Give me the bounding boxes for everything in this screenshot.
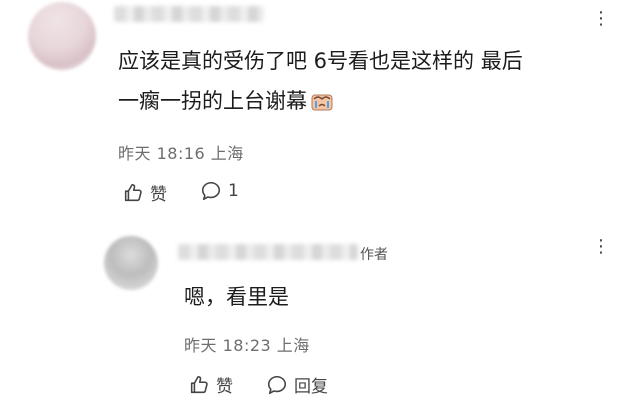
reply-author-avatar[interactable] — [104, 236, 158, 290]
more-options-icon[interactable]: ⋮ — [592, 8, 611, 29]
reply-timestamp-location: 昨天 18:23 上海 — [184, 336, 310, 355]
comment-bubble-icon — [267, 375, 287, 394]
comment-bubble-icon — [201, 181, 221, 201]
comment-reply-count: 1 — [228, 181, 239, 201]
thumbs-up-icon — [124, 183, 142, 201]
crying-face-emoji-icon — [311, 94, 333, 111]
reply-reply-label: 回复 — [294, 377, 328, 397]
thumbs-up-icon — [190, 375, 208, 393]
reply-reply-button[interactable]: 回复 — [266, 372, 328, 397]
comment-author-name-blurred[interactable] — [114, 6, 264, 22]
reply-like-label: 赞 — [216, 377, 233, 397]
comment-like-button[interactable]: 赞 — [122, 180, 167, 205]
author-tag: 作者 — [360, 247, 388, 263]
reply-more-options-icon[interactable]: ⋮ — [592, 236, 611, 257]
comment-like-label: 赞 — [150, 185, 167, 205]
comment-author-avatar[interactable] — [28, 2, 96, 70]
comment-reply-count-button[interactable]: 1 — [200, 180, 239, 202]
comment-text-line-2: 一瘸一拐的上台谢幕 — [118, 84, 335, 118]
reply-like-button[interactable]: 赞 — [188, 372, 233, 397]
reply-author-name-blurred[interactable] — [178, 244, 358, 260]
comment-text-line-1: 应该是真的受伤了吧 6号看也是这样的 最后 — [118, 49, 523, 73]
comment-text-line-2-label: 一瘸一拐的上台谢幕 — [118, 89, 307, 113]
reply-text: 嗯，看里是 — [184, 285, 289, 309]
comment-timestamp-location: 昨天 18:16 上海 — [118, 144, 244, 163]
